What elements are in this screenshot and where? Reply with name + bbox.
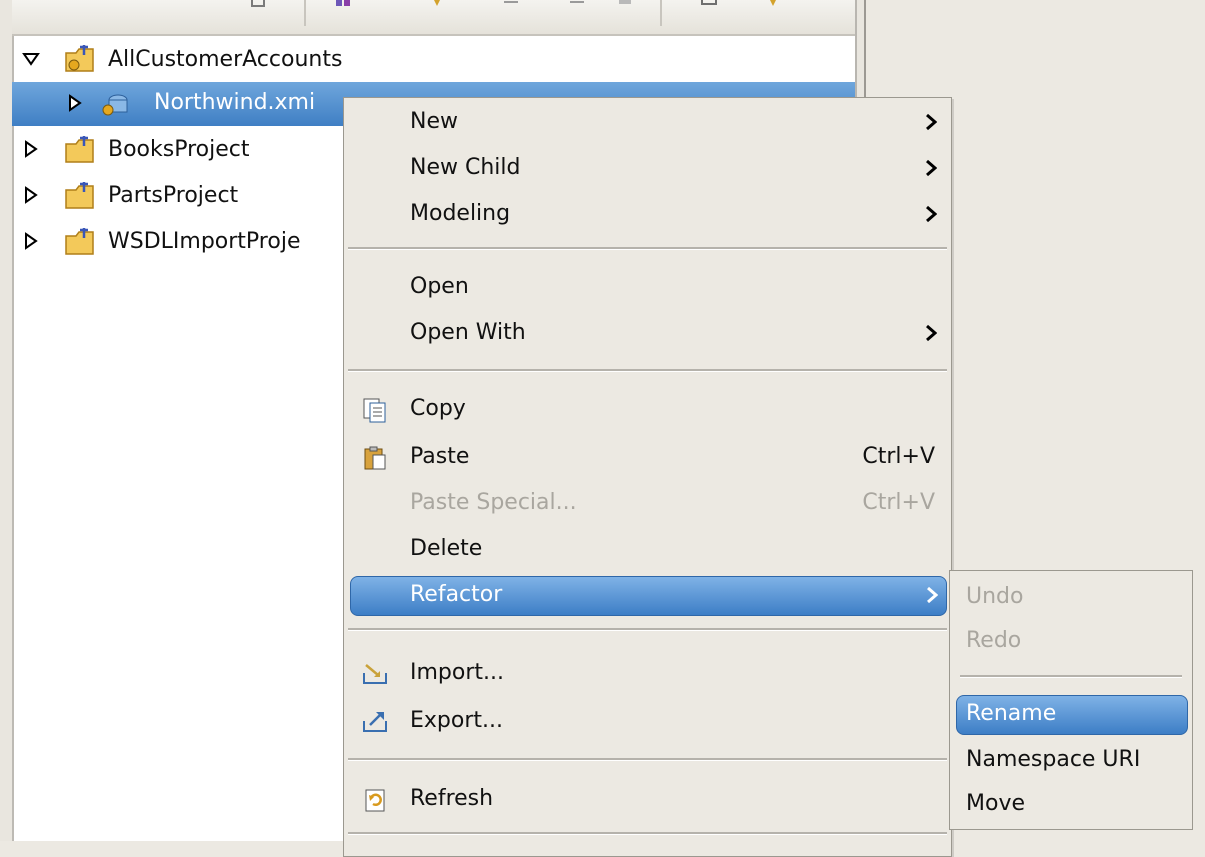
menu-item-label: Modeling <box>410 201 511 226</box>
collapsed-triangle-icon[interactable] <box>24 186 40 204</box>
tree-item-label: BooksProject <box>108 137 250 162</box>
refactor-submenu: Undo Redo Rename Namespace URI Move <box>949 570 1193 830</box>
menu-item-delete[interactable]: Delete <box>344 530 951 570</box>
submenu-arrow-icon <box>925 324 938 346</box>
project-folder-icon <box>64 180 100 210</box>
menu-item-label: New Child <box>410 155 521 180</box>
collapsed-triangle-icon[interactable] <box>24 232 40 250</box>
toolbar-separator <box>660 0 662 26</box>
shortcut-label: Ctrl+V <box>862 490 935 515</box>
menu-separator <box>348 369 947 372</box>
tree-item-label: AllCustomerAccounts <box>108 47 343 72</box>
menu-item-refresh[interactable]: Refresh <box>344 780 951 820</box>
tree-item-label: Northwind.xmi <box>154 90 316 115</box>
menu-item-label: Redo <box>966 628 1022 653</box>
up-icon[interactable] <box>616 0 634 10</box>
export-icon <box>362 709 388 735</box>
menu-item-label: Delete <box>410 536 483 561</box>
menu-item-label: Rename <box>966 701 1057 726</box>
model-file-icon <box>98 88 134 118</box>
link-editor-icon[interactable] <box>334 0 352 10</box>
project-folder-icon <box>64 43 100 73</box>
menu-item-open-with[interactable]: Open With <box>344 314 951 354</box>
submenu-arrow-icon <box>926 586 939 608</box>
submenu-arrow-icon <box>925 205 938 227</box>
menu-item-refactor[interactable]: Refactor <box>350 576 947 616</box>
menu-separator <box>348 758 947 761</box>
menu-item-label: Paste <box>410 444 470 469</box>
view-menu-icon[interactable] <box>700 0 718 10</box>
menu-item-modeling[interactable]: Modeling <box>344 195 951 235</box>
collapsed-triangle-icon[interactable] <box>24 140 40 158</box>
menu-item-label: Namespace URI <box>966 747 1141 772</box>
submenu-item-rename[interactable]: Rename <box>956 695 1188 735</box>
expanded-triangle-icon[interactable] <box>22 52 40 70</box>
menu-item-paste-special[interactable]: Paste Special... Ctrl+V <box>344 484 951 524</box>
back-icon[interactable] <box>502 0 520 10</box>
menu-item-label: Open <box>410 274 469 299</box>
forward-icon[interactable] <box>568 0 586 10</box>
menu-item-label: Refactor <box>410 582 503 607</box>
collapsed-triangle-icon[interactable] <box>68 94 84 112</box>
submenu-arrow-icon <box>925 159 938 181</box>
tree-item-label: PartsProject <box>108 183 239 208</box>
menu-item-label: Open With <box>410 320 526 345</box>
menu-item-label: Refresh <box>410 786 494 811</box>
submenu-item-redo[interactable]: Redo <box>950 622 1192 662</box>
import-icon <box>362 661 388 687</box>
menu-item-label: Import... <box>410 660 504 685</box>
menu-item-new[interactable]: New <box>344 103 951 143</box>
menu-item-new-child[interactable]: New Child <box>344 149 951 189</box>
menu-item-label: Undo <box>966 584 1024 609</box>
submenu-arrow-icon <box>925 113 938 135</box>
paste-icon <box>362 445 388 471</box>
refresh-icon <box>362 787 388 813</box>
menu-item-label: Move <box>966 791 1025 816</box>
menu-separator <box>348 832 947 835</box>
menu-separator <box>960 675 1182 678</box>
menu-item-copy[interactable]: Copy <box>344 390 951 430</box>
menu-item-label: Copy <box>410 396 466 421</box>
menu-item-open[interactable]: Open <box>344 268 951 308</box>
toolbar-separator <box>304 0 306 26</box>
submenu-item-move[interactable]: Move <box>950 785 1192 825</box>
submenu-item-namespace-uri[interactable]: Namespace URI <box>950 741 1192 781</box>
menu-item-paste[interactable]: Paste Ctrl+V <box>344 438 951 478</box>
context-menu: New New Child Modeling Open Open With Co… <box>343 97 952 857</box>
shortcut-label: Ctrl+V <box>862 444 935 469</box>
panel-left-border <box>0 0 14 841</box>
collapse-all-icon[interactable] <box>250 0 268 10</box>
tree-item-label: WSDLImportProje <box>108 229 301 254</box>
menu-item-label: New <box>410 109 458 134</box>
filter-icon[interactable] <box>428 0 446 10</box>
menu-item-export[interactable]: Export... <box>344 702 951 742</box>
project-folder-icon <box>64 134 100 164</box>
menu-separator <box>348 247 947 250</box>
project-folder-icon <box>64 226 100 256</box>
submenu-item-undo[interactable]: Undo <box>950 578 1192 618</box>
explorer-toolbar <box>12 0 855 36</box>
menu-item-import[interactable]: Import... <box>344 654 951 694</box>
menu-separator <box>348 628 947 631</box>
copy-icon <box>362 397 388 423</box>
menu-item-label: Paste Special... <box>410 490 577 515</box>
minimize-icon[interactable] <box>764 0 782 10</box>
tree-item-allcustomeraccounts[interactable]: AllCustomerAccounts <box>12 38 855 82</box>
menu-item-label: Export... <box>410 708 503 733</box>
